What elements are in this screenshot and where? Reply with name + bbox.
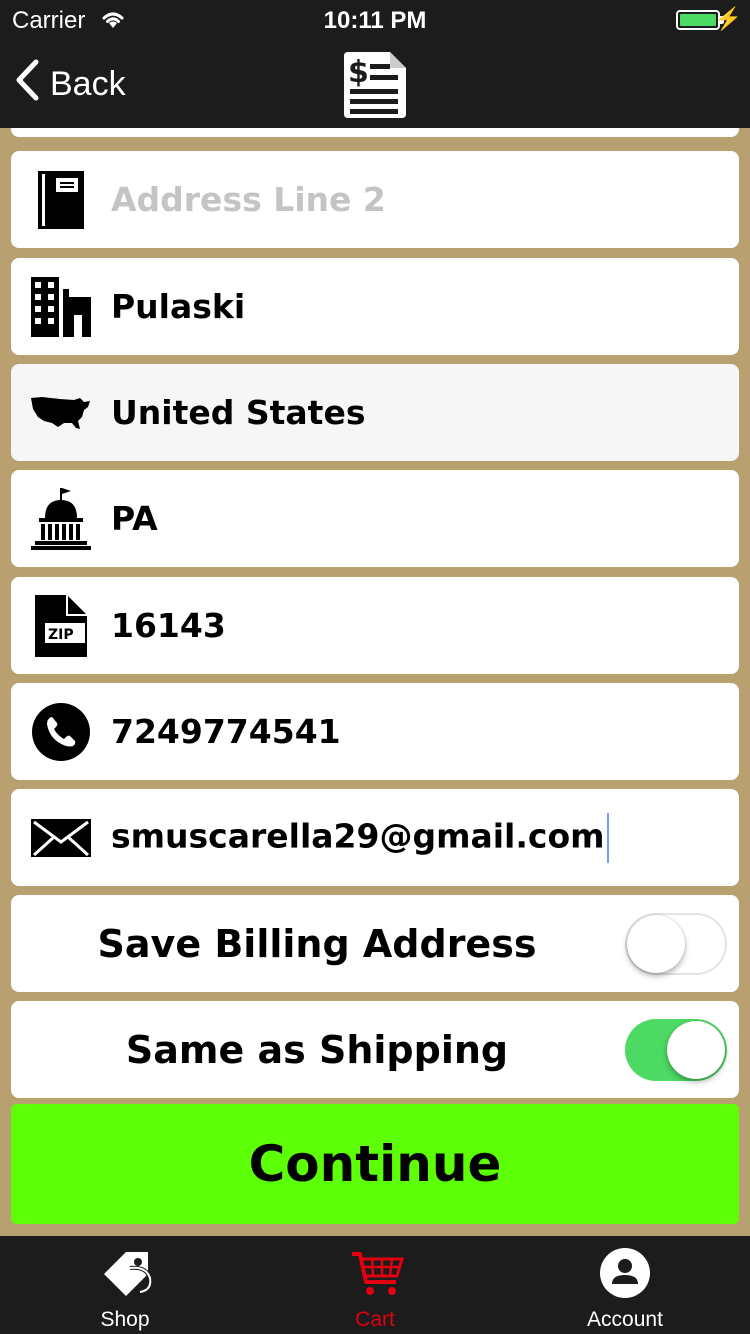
zip-file-icon: ZIP [11,577,111,674]
status-bar: Carrier 10:11 PM ⚡ [0,0,750,40]
nav-bar: Back $ [0,40,750,128]
zip-field[interactable]: ZIP 16143 [11,577,739,674]
billing-form: Address Line 2 Pulaski United States PA … [0,128,750,1236]
invoice-dollar-icon: $ [340,48,410,120]
buildings-icon [11,258,111,355]
usa-map-icon [11,364,111,461]
tab-account[interactable]: Account [500,1236,750,1334]
email-value: smuscarella29@gmail.com [111,816,605,855]
toggle-knob [627,915,685,973]
tab-bar: Shop Cart Account [0,1236,750,1334]
status-time: 10:11 PM [323,7,427,34]
same-as-shipping-toggle[interactable] [625,1019,727,1081]
email-input[interactable]: smuscarella29@gmail.com [111,812,609,863]
user-icon [600,1248,650,1298]
address-line-2-input[interactable]: Address Line 2 [111,180,386,219]
continue-button[interactable]: Continue [11,1104,739,1224]
state-field[interactable]: PA [11,470,739,567]
previous-field-partial[interactable] [11,128,739,137]
envelope-icon [11,789,111,886]
same-as-shipping-row: Same as Shipping [11,1001,739,1098]
phone-field[interactable]: 7249774541 [11,683,739,780]
back-label: Back [50,64,126,103]
save-billing-label: Save Billing Address [97,921,537,966]
address-book-icon [11,151,111,248]
svg-text:ZIP: ZIP [48,627,74,643]
country-field[interactable]: United States [11,364,739,461]
email-field[interactable]: smuscarella29@gmail.com [11,789,739,886]
same-as-shipping-label: Same as Shipping [125,1027,509,1072]
city-field[interactable]: Pulaski [11,258,739,355]
back-button[interactable]: Back [14,59,126,110]
zip-input[interactable]: 16143 [111,606,226,645]
phone-input[interactable]: 7249774541 [111,712,341,751]
charging-icon: ⚡ [714,6,742,31]
tab-shop[interactable]: Shop [0,1236,250,1334]
tab-shop-label: Shop [100,1308,150,1331]
phone-icon [11,683,111,780]
capitol-icon [11,470,111,567]
price-tag-icon [100,1248,153,1298]
save-billing-row: Save Billing Address [11,895,739,992]
address-line-2-field[interactable]: Address Line 2 [11,151,739,248]
save-billing-toggle[interactable] [625,913,727,975]
tab-cart-label: Cart [355,1308,395,1331]
battery-icon [676,10,720,30]
tab-account-label: Account [587,1308,663,1331]
cart-icon [350,1248,405,1298]
toggle-knob [667,1021,725,1079]
text-caret [606,812,609,863]
state-input[interactable]: PA [111,499,158,538]
svg-text:$: $ [348,55,369,90]
tab-cart[interactable]: Cart [250,1236,500,1334]
city-input[interactable]: Pulaski [111,287,245,326]
chevron-left-icon [14,59,40,110]
country-input[interactable]: United States [111,393,365,432]
